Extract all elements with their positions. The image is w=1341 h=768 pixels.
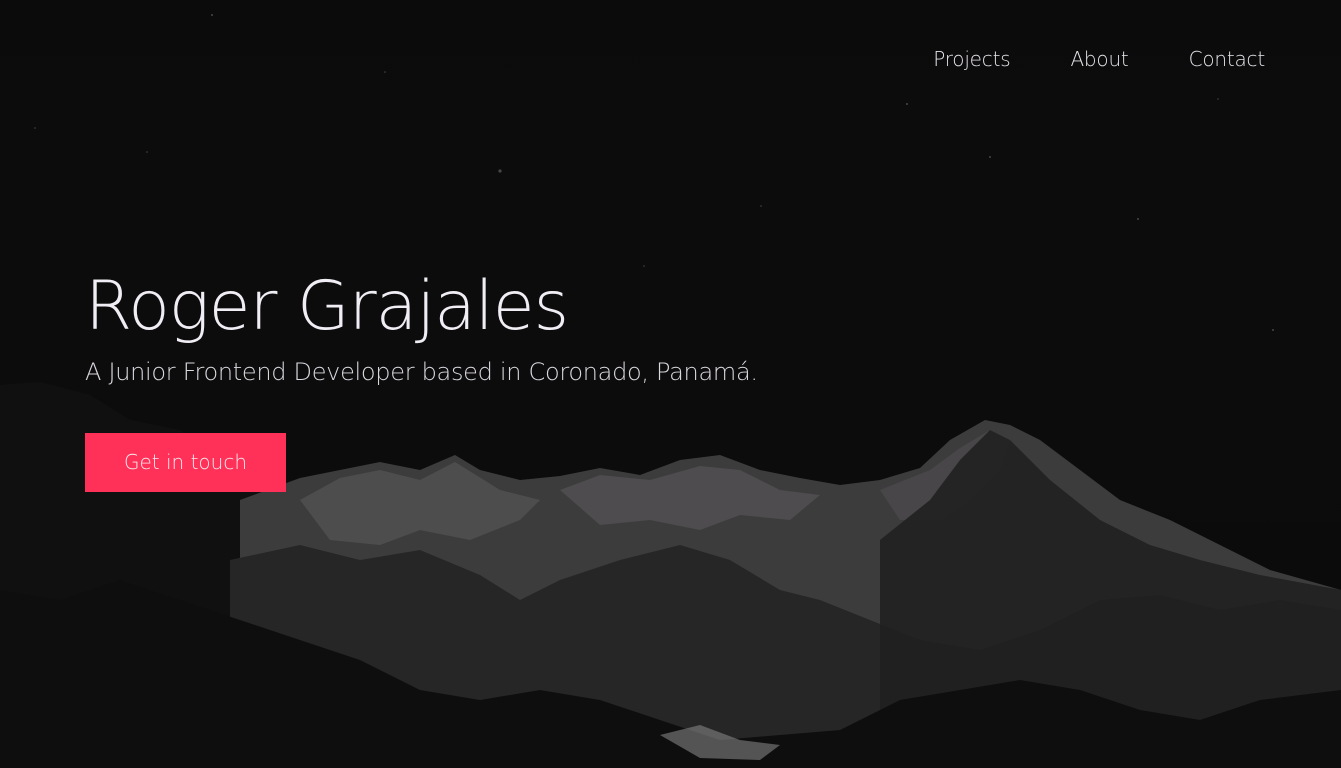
nav-link-about[interactable]: About	[1070, 44, 1128, 74]
nav-link-projects[interactable]: Projects	[933, 44, 1010, 74]
hero-section: Projects About Contact Roger Grajales A …	[0, 0, 1341, 768]
main-nav: Projects About Contact	[933, 44, 1265, 74]
nav-link-contact[interactable]: Contact	[1189, 44, 1266, 74]
get-in-touch-button[interactable]: Get in touch	[85, 433, 286, 492]
hero-subtitle: A Junior Frontend Developer based in Cor…	[85, 358, 758, 386]
hero-content: Roger Grajales A Junior Frontend Develop…	[85, 262, 758, 492]
hero-title: Roger Grajales	[85, 267, 569, 346]
